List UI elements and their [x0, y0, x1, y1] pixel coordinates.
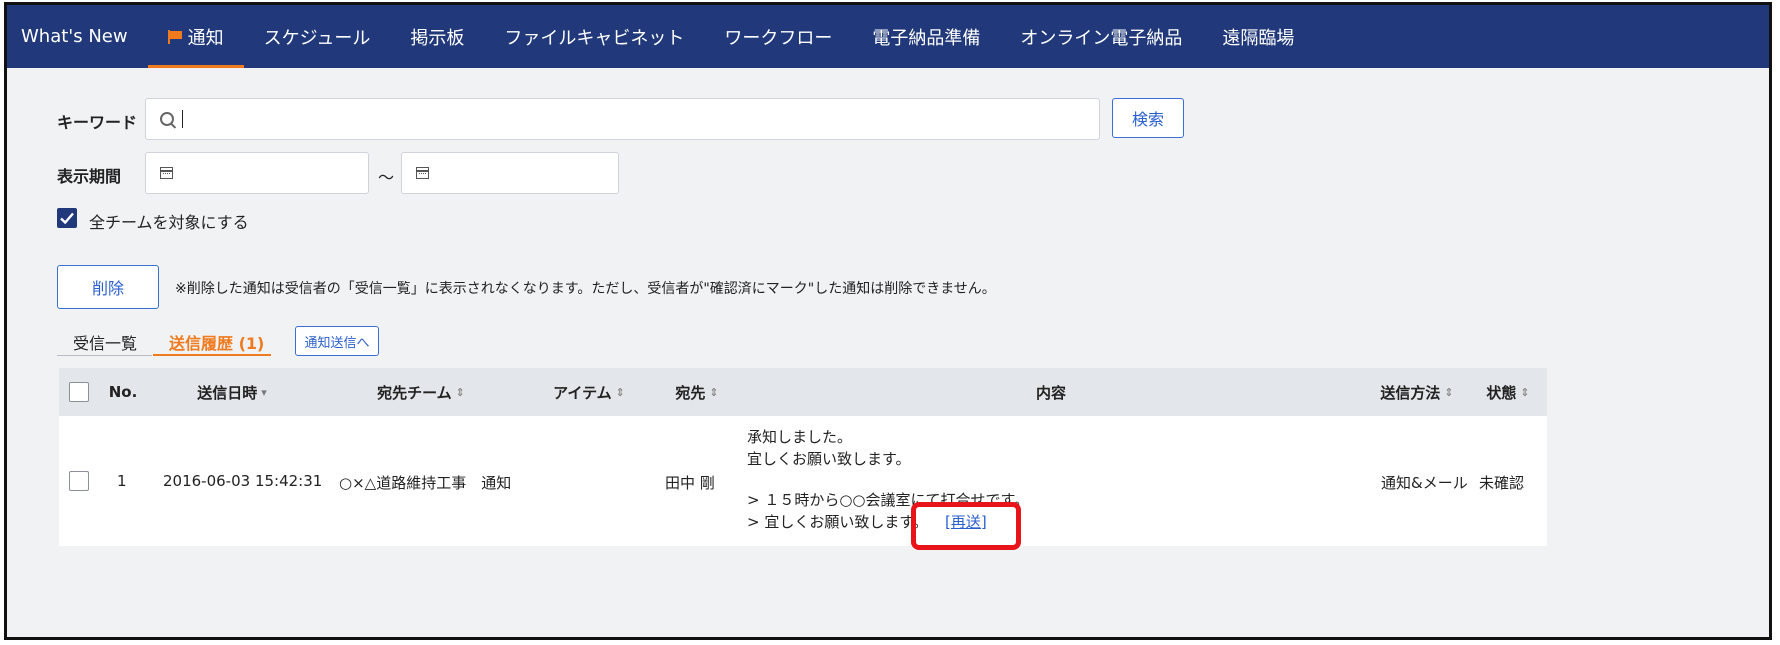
calendar-icon [416, 167, 429, 179]
header-to[interactable]: 宛先 ⇕ [657, 368, 737, 416]
tab-underline [57, 355, 152, 356]
period-start-input[interactable] [145, 152, 369, 194]
header-team[interactable]: 宛先チーム ⇕ [321, 368, 521, 416]
nav-label: 電子納品準備 [872, 27, 981, 49]
cell-to: 田中 剛 [665, 474, 715, 492]
calendar-icon [160, 167, 173, 179]
period-label: 表示期間 [57, 167, 122, 186]
nav-file-cabinet[interactable]: ファイルキャビネット [484, 5, 704, 68]
content-line: 宜しくお願い致します。 [747, 450, 911, 468]
sort-icon: ⇕ [1520, 385, 1530, 399]
cell-method: 通知&メール [1381, 474, 1468, 492]
resend-highlight-box [911, 502, 1021, 550]
nav-label: 通知 [187, 27, 224, 49]
nav-whats-new[interactable]: What's New [7, 5, 148, 68]
nav-online-delivery[interactable]: オンライン電子納品 [1000, 5, 1202, 68]
text-caret [182, 110, 183, 128]
table-row[interactable]: 1 2016-06-03 15:42:31 ○×△道路維持工事 通知 田中 剛 … [59, 416, 1547, 546]
select-all-checkbox[interactable] [69, 382, 89, 402]
sort-icon: ▾ [261, 385, 267, 399]
flag-icon [167, 29, 182, 44]
search-button[interactable]: 検索 [1112, 98, 1184, 138]
header-date[interactable]: 送信日時 ▾ [143, 368, 321, 416]
header-no: No. [108, 383, 138, 401]
header-item[interactable]: アイテム ⇕ [521, 368, 657, 416]
content-line: 承知しました。 [747, 428, 853, 446]
nav-label: 遠隔臨場 [1222, 27, 1295, 49]
sent-history-table: No. 送信日時 ▾ 宛先チーム ⇕ アイテム ⇕ 宛先 ⇕ 内容 送信方法 ⇕ 状態 ⇕ … [59, 368, 1547, 546]
cell-status: 未確認 [1479, 474, 1525, 492]
header-status[interactable]: 状態 ⇕ [1469, 368, 1547, 416]
search-icon [160, 112, 174, 126]
cell-team: ○×△道路維持工事 通知 [339, 474, 512, 492]
table-header: No. 送信日時 ▾ 宛先チーム ⇕ アイテム ⇕ 宛先 ⇕ 内容 送信方法 ⇕ 状態 ⇕ [59, 368, 1547, 416]
header-method[interactable]: 送信方法 ⇕ [1365, 368, 1469, 416]
nav-delivery-prep[interactable]: 電子納品準備 [852, 5, 1000, 68]
nav-label: What's New [21, 26, 128, 47]
period-separator: ～ [378, 168, 395, 187]
period-end-input[interactable] [401, 152, 619, 194]
sort-icon: ⇕ [1444, 385, 1454, 399]
nav-label: ファイルキャビネット [504, 27, 685, 49]
row-checkbox[interactable] [69, 471, 89, 491]
sort-icon: ⇕ [455, 385, 465, 399]
nav-bulletin-board[interactable]: 掲示板 [390, 5, 484, 68]
keyword-input[interactable] [145, 98, 1100, 140]
nav-remote-inspection[interactable]: 遠隔臨場 [1202, 5, 1314, 68]
cell-no: 1 [117, 472, 127, 490]
delete-note: ※削除した通知は受信者の「受信一覧」に表示されなくなります。ただし、受信者が"確… [175, 281, 996, 297]
nav-notifications[interactable]: 通知 [147, 5, 244, 68]
header-content: 内容 [1035, 383, 1066, 402]
nav-label: ワークフロー [724, 27, 833, 49]
top-navigation: What's New 通知 スケジュール 掲示板 ファイルキャビネット ワークフ… [7, 5, 1769, 68]
tab-sent[interactable]: 送信履歴 (1) [169, 330, 264, 354]
keyword-label: キーワード [57, 113, 138, 132]
delete-button[interactable]: 削除 [57, 265, 159, 309]
app-window: What's New 通知 スケジュール 掲示板 ファイルキャビネット ワークフ… [4, 2, 1772, 640]
check-icon [60, 212, 74, 225]
content-quote: > 宜しくお願い致します。 [747, 513, 928, 531]
all-teams-checkbox[interactable] [57, 208, 77, 228]
send-notification-button[interactable]: 通知送信へ [295, 326, 379, 356]
nav-label: 掲示板 [410, 27, 465, 49]
sort-icon: ⇕ [709, 385, 719, 399]
tab-active-indicator [153, 354, 271, 356]
sort-icon: ⇕ [615, 385, 625, 399]
nav-workflow[interactable]: ワークフロー [704, 5, 852, 68]
nav-label: スケジュール [263, 27, 371, 49]
nav-schedule[interactable]: スケジュール [244, 5, 391, 68]
cell-date: 2016-06-03 15:42:31 [163, 472, 323, 490]
tab-received[interactable]: 受信一覧 [73, 330, 137, 354]
all-teams-label: 全チームを対象にする [89, 213, 249, 232]
nav-label: オンライン電子納品 [1020, 27, 1183, 49]
main-content: キーワード 検索 表示期間 ～ 全チームを対象にする 削除 ※削除した通知は受信… [21, 68, 1761, 637]
